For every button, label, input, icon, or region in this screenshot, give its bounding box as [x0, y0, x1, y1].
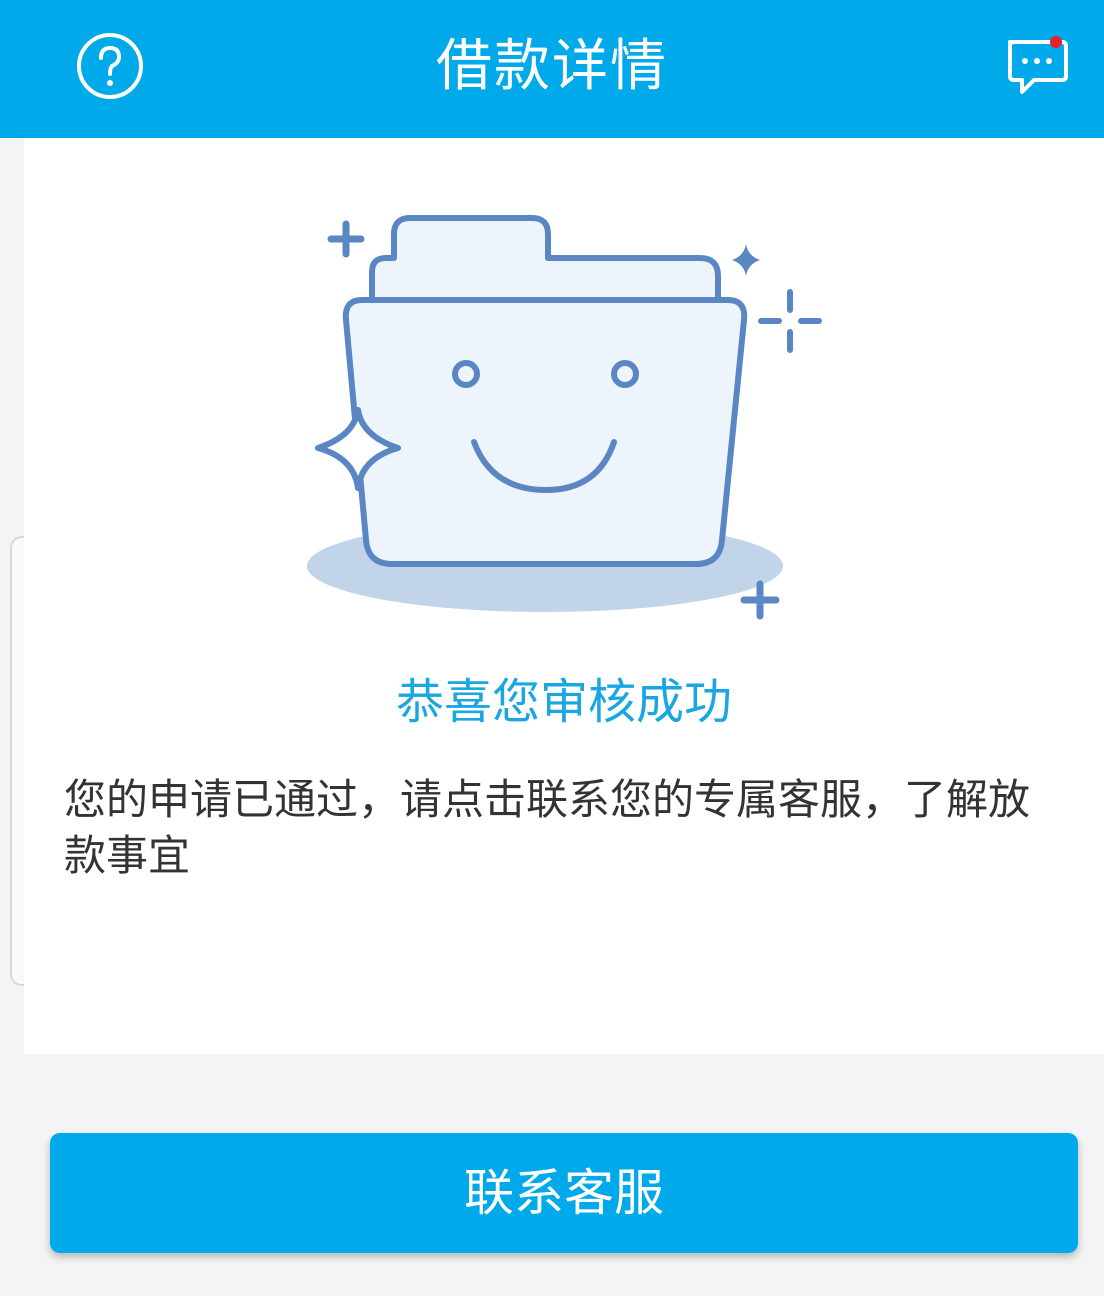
message-button[interactable] — [1000, 30, 1072, 102]
smiling-folder-icon — [307, 215, 822, 620]
help-circle-icon — [77, 33, 143, 99]
page-title: 借款详情 — [436, 34, 668, 99]
previous-card-edge — [10, 536, 24, 986]
approval-description: 您的申请已通过，请点击联系您的专属客服，了解放款事宜 — [64, 775, 1031, 880]
chat-message-icon — [1008, 36, 1068, 94]
success-title: 恭喜您审核成功 — [395, 674, 732, 730]
help-button[interactable] — [74, 30, 146, 102]
contact-service-button[interactable]: 联系客服 — [50, 1133, 1078, 1253]
app-header: 借款详情 — [0, 0, 1104, 138]
